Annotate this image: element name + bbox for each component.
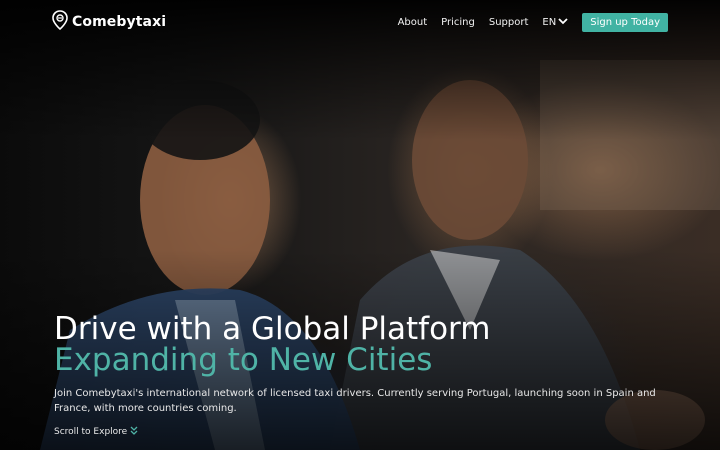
chevron-down-icon — [558, 17, 568, 28]
brand-logo[interactable]: Comebytaxi — [52, 10, 167, 34]
hero-headline: Drive with a Global Platform Expanding t… — [54, 314, 694, 376]
top-navigation: Comebytaxi About Pricing Support EN Sign… — [0, 0, 720, 44]
language-selector[interactable]: EN — [542, 17, 568, 28]
nav-link-about[interactable]: About — [398, 17, 428, 28]
headline-line-2: Expanding to New Cities — [54, 342, 433, 378]
scroll-label: Scroll to Explore — [54, 427, 128, 437]
hero-content: Drive with a Global Platform Expanding t… — [54, 314, 694, 438]
scroll-to-explore[interactable]: Scroll to Explore — [54, 426, 694, 438]
location-pin-icon — [52, 10, 68, 34]
sign-up-button[interactable]: Sign up Today — [582, 13, 668, 32]
brand-name: Comebytaxi — [72, 14, 167, 30]
nav-link-pricing[interactable]: Pricing — [441, 17, 475, 28]
language-label: EN — [542, 17, 557, 28]
nav-links: About Pricing Support EN Sign up Today — [398, 13, 668, 32]
nav-link-support[interactable]: Support — [489, 17, 529, 28]
double-chevron-down-icon — [130, 426, 138, 438]
hero-description: Join Comebytaxi's international network … — [54, 388, 656, 414]
